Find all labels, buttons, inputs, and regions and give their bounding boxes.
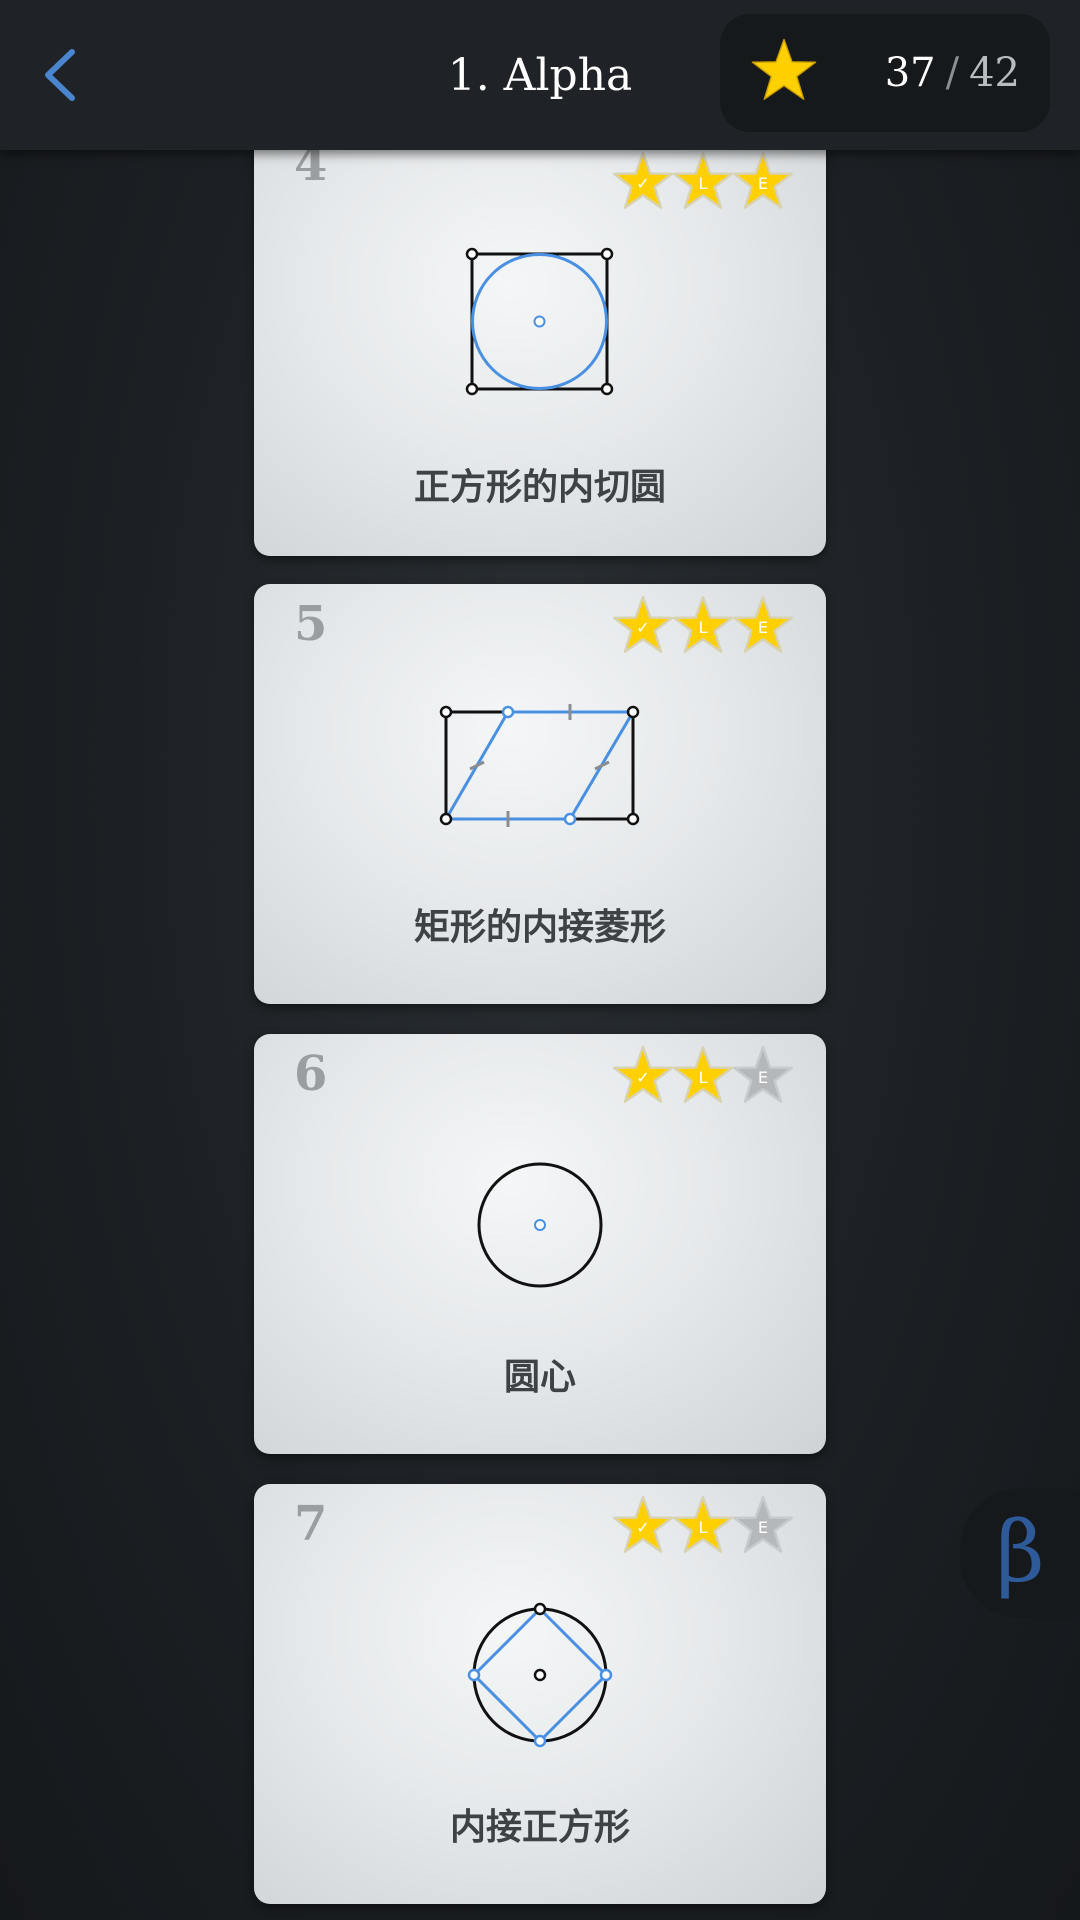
star-earned-icon: E [732,150,794,212]
level-card-6[interactable]: 6 ✓ L E 圆心 [254,1034,826,1454]
star-empty-icon: E [732,1494,794,1556]
star-letter: L [699,1068,708,1087]
circle-center-figure [390,1124,690,1344]
level-name: 内接正方形 [449,1806,630,1848]
level-name: 正方形的内切圆 [413,466,666,508]
beta-label: β [996,1503,1045,1601]
score-separator: / [945,50,960,96]
star-earned-icon: L [672,1494,734,1556]
star-letter: E [758,1068,768,1087]
star-earned-icon: ✓ [612,1044,674,1106]
score-total: 42 [969,50,1020,96]
top-bar: 1. Alpha 37/42 [0,0,1080,150]
star-letter: E [758,618,768,637]
star-empty-icon: E [732,1044,794,1106]
score-panel: 37/42 [720,14,1050,132]
level-card-7[interactable]: 7 ✓ L E 内接正方形 [254,1484,826,1904]
star-letter: ✓ [636,174,650,193]
score-earned: 37 [884,50,936,96]
star-earned-icon: L [672,594,734,656]
star-letter: L [699,1518,708,1537]
star-earned-icon: L [672,1044,734,1106]
star-icon [750,36,818,104]
circle-in-square-figure [390,232,690,452]
beta-button[interactable]: β [960,1488,1080,1618]
level-name: 圆心 [503,1356,576,1398]
star-earned-icon: L [672,150,734,212]
score-counter: 37/42 [885,48,1020,98]
star-earned-icon: ✓ [612,150,674,212]
chevron-left-icon [45,49,75,101]
level-card-4[interactable]: 4 ✓ L E 正方形的内切圆 [254,136,826,556]
level-stars: ✓ L E [612,594,794,658]
page-title: 1. Alpha [447,50,633,101]
star-letter: ✓ [636,618,650,637]
star-earned-icon: ✓ [612,1494,674,1556]
star-earned-icon: E [732,594,794,656]
inscribed-square-figure [390,1574,690,1794]
level-card-5[interactable]: 5 ✓ L E 矩形的内接菱形 [254,584,826,1004]
level-stars: ✓ L E [612,1494,794,1558]
rhombus-in-rectangle-figure [390,674,690,894]
star-letter: ✓ [636,1068,650,1087]
star-letter: L [699,174,708,193]
star-letter: ✓ [636,1518,650,1537]
level-number: 6 [294,1046,328,1102]
star-letter: E [758,1518,768,1537]
level-number: 5 [294,596,328,652]
star-letter: L [699,618,708,637]
back-button[interactable] [36,42,86,108]
star-earned-icon: ✓ [612,594,674,656]
level-name: 矩形的内接菱形 [413,906,666,948]
star-letter: E [758,174,768,193]
level-stars: ✓ L E [612,1044,794,1108]
level-stars: ✓ L E [612,150,794,214]
level-number: 7 [294,1496,328,1552]
